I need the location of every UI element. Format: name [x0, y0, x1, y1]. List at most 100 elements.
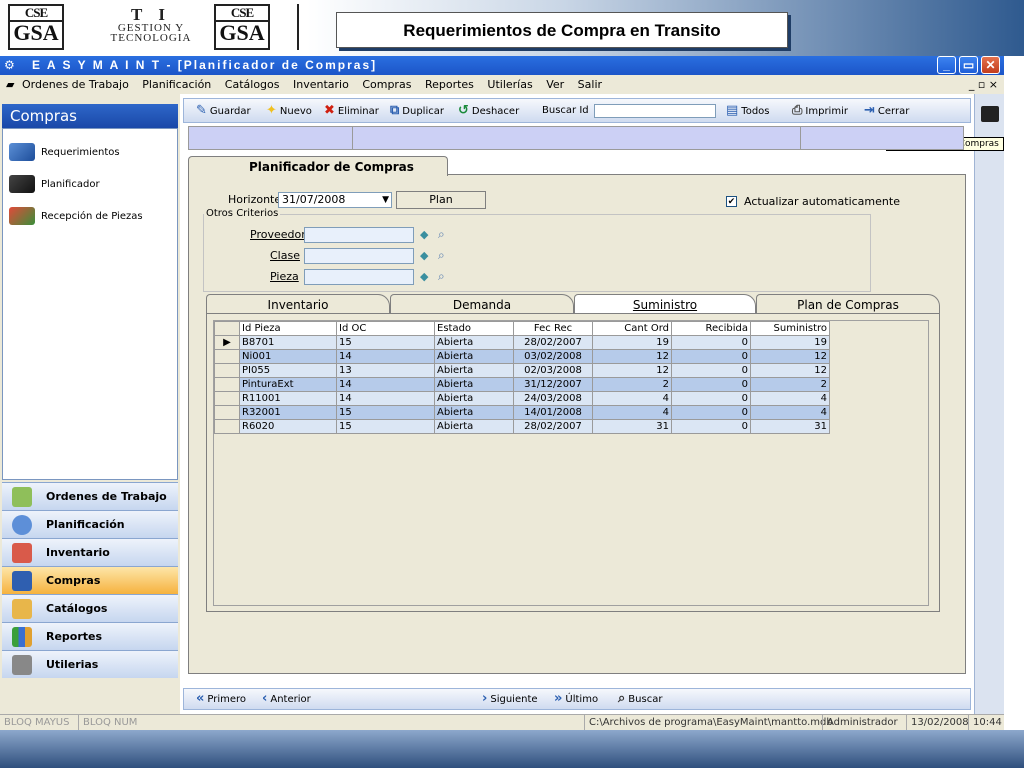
pieza-field[interactable]: [304, 269, 414, 285]
clase-label[interactable]: Clase: [270, 249, 300, 262]
menu-ver[interactable]: Ver: [546, 75, 564, 94]
tab-demanda[interactable]: Demanda: [390, 294, 574, 314]
plan-button[interactable]: Plan: [396, 191, 486, 209]
row-selector[interactable]: [214, 405, 240, 420]
table-row[interactable]: PinturaExt 14 Abierta 31/12/2007 2 0 2: [214, 377, 830, 392]
table-cell[interactable]: 4: [592, 405, 672, 420]
table-row[interactable]: R32001 15 Abierta 14/01/2008 4 0 4: [214, 405, 830, 420]
table-cell[interactable]: Abierta: [434, 335, 514, 350]
sidebar-item-requerimientos[interactable]: Requerimientos: [9, 141, 120, 165]
nav-reportes[interactable]: Reportes: [2, 622, 178, 650]
table-cell[interactable]: 2: [750, 377, 830, 392]
table-cell[interactable]: 31: [592, 419, 672, 434]
table-cell[interactable]: R6020: [239, 419, 337, 434]
nav-ordenes-de-trabajo[interactable]: Ordenes de Trabajo: [2, 482, 178, 510]
proveedor-label[interactable]: Proveedor: [250, 228, 306, 241]
table-cell[interactable]: 28/02/2007: [513, 335, 593, 350]
anterior-button[interactable]: ‹ Anterior: [262, 689, 311, 710]
table-cell[interactable]: 12: [592, 363, 672, 378]
calculator-icon[interactable]: [981, 106, 999, 122]
table-cell[interactable]: 31/12/2007: [513, 377, 593, 392]
buscar-id-input[interactable]: [594, 104, 716, 118]
tab-plan-de-compras[interactable]: Plan de Compras: [756, 294, 940, 314]
table-row[interactable]: ▶ B8701 15 Abierta 28/02/2007 19 0 19: [214, 335, 830, 350]
table-cell[interactable]: 28/02/2007: [513, 419, 593, 434]
horizonte-select[interactable]: 31/07/2008 ▼: [278, 192, 392, 208]
tab-suministro[interactable]: Suministro: [574, 294, 756, 314]
guardar-button[interactable]: ✎ Guardar: [196, 99, 251, 123]
menu-utilerias[interactable]: Utilerías: [487, 75, 532, 94]
col-suministro[interactable]: Suministro: [750, 321, 830, 336]
ultimo-button[interactable]: » Último: [554, 689, 598, 710]
row-selector[interactable]: [214, 377, 240, 392]
cerrar-button[interactable]: ⇥ Cerrar: [864, 99, 909, 123]
table-cell[interactable]: 0: [671, 363, 751, 378]
eliminar-button[interactable]: ✖ Eliminar: [324, 99, 379, 123]
table-row[interactable]: R11001 14 Abierta 24/03/2008 4 0 4: [214, 391, 830, 406]
nav-catalogos[interactable]: Catálogos: [2, 594, 178, 622]
table-cell[interactable]: 14: [336, 391, 435, 406]
menu-reportes[interactable]: Reportes: [425, 75, 474, 94]
search-icon[interactable]: ⌕: [438, 248, 445, 263]
table-cell[interactable]: 4: [750, 391, 830, 406]
eraser-icon[interactable]: ◆: [420, 228, 428, 241]
minimize-button[interactable]: _: [937, 56, 956, 74]
table-cell[interactable]: 0: [671, 391, 751, 406]
table-cell[interactable]: 4: [750, 405, 830, 420]
maximize-button[interactable]: ▭: [959, 56, 978, 74]
table-cell[interactable]: 12: [592, 349, 672, 364]
primero-button[interactable]: «Primero: [196, 689, 246, 710]
table-cell[interactable]: 0: [671, 419, 751, 434]
nav-inventario[interactable]: Inventario: [2, 538, 178, 566]
table-cell[interactable]: 14: [336, 377, 435, 392]
table-cell[interactable]: PinturaExt: [239, 377, 337, 392]
menu-inventario[interactable]: Inventario: [293, 75, 349, 94]
table-cell[interactable]: Abierta: [434, 349, 514, 364]
menu-salir[interactable]: Salir: [578, 75, 602, 94]
nav-compras[interactable]: Compras: [2, 566, 178, 594]
table-cell[interactable]: 2: [592, 377, 672, 392]
table-row[interactable]: Ni001 14 Abierta 03/02/2008 12 0 12: [214, 349, 830, 364]
table-cell[interactable]: 0: [671, 335, 751, 350]
sidebar-item-planificador[interactable]: Planificador: [9, 173, 100, 197]
table-cell[interactable]: 15: [336, 419, 435, 434]
table-cell[interactable]: 24/03/2008: [513, 391, 593, 406]
menu-ordenes[interactable]: Ordenes de Trabajo: [22, 75, 129, 94]
col-id-pieza[interactable]: Id Pieza: [239, 321, 337, 336]
table-row[interactable]: PI055 13 Abierta 02/03/2008 12 0 12: [214, 363, 830, 378]
nav-utilerias[interactable]: Utilerias: [2, 650, 178, 678]
table-cell[interactable]: 31: [750, 419, 830, 434]
table-cell[interactable]: Abierta: [434, 391, 514, 406]
siguiente-button[interactable]: › Siguiente: [482, 689, 538, 710]
table-row[interactable]: R6020 15 Abierta 28/02/2007 31 0 31: [214, 419, 830, 434]
row-selector[interactable]: [214, 349, 240, 364]
menu-catalogos[interactable]: Catálogos: [225, 75, 280, 94]
table-cell[interactable]: 14/01/2008: [513, 405, 593, 420]
search-icon[interactable]: ⌕: [438, 269, 445, 284]
table-cell[interactable]: 13: [336, 363, 435, 378]
table-cell[interactable]: Abierta: [434, 377, 514, 392]
table-cell[interactable]: Abierta: [434, 363, 514, 378]
eraser-icon[interactable]: ◆: [420, 249, 428, 262]
table-cell[interactable]: 19: [750, 335, 830, 350]
row-selector[interactable]: [214, 391, 240, 406]
row-selector[interactable]: [214, 363, 240, 378]
proveedor-field[interactable]: [304, 227, 414, 243]
table-cell[interactable]: 0: [671, 405, 751, 420]
tab-planificador-de-compras[interactable]: Planificador de Compras: [188, 156, 448, 176]
table-cell[interactable]: PI055: [239, 363, 337, 378]
table-cell[interactable]: 15: [336, 335, 435, 350]
menu-compras[interactable]: Compras: [362, 75, 411, 94]
table-cell[interactable]: 03/02/2008: [513, 349, 593, 364]
table-cell[interactable]: 0: [671, 377, 751, 392]
table-cell[interactable]: 15: [336, 405, 435, 420]
table-cell[interactable]: Abierta: [434, 405, 514, 420]
table-cell[interactable]: 19: [592, 335, 672, 350]
table-cell[interactable]: Abierta: [434, 419, 514, 434]
buscar-button[interactable]: ⌕ Buscar: [618, 689, 662, 710]
table-cell[interactable]: R32001: [239, 405, 337, 420]
duplicar-button[interactable]: ⧉ Duplicar: [390, 99, 444, 123]
col-id-oc[interactable]: Id OC: [336, 321, 435, 336]
tab-inventario[interactable]: Inventario: [206, 294, 390, 314]
menu-planificacion[interactable]: Planificación: [142, 75, 211, 94]
